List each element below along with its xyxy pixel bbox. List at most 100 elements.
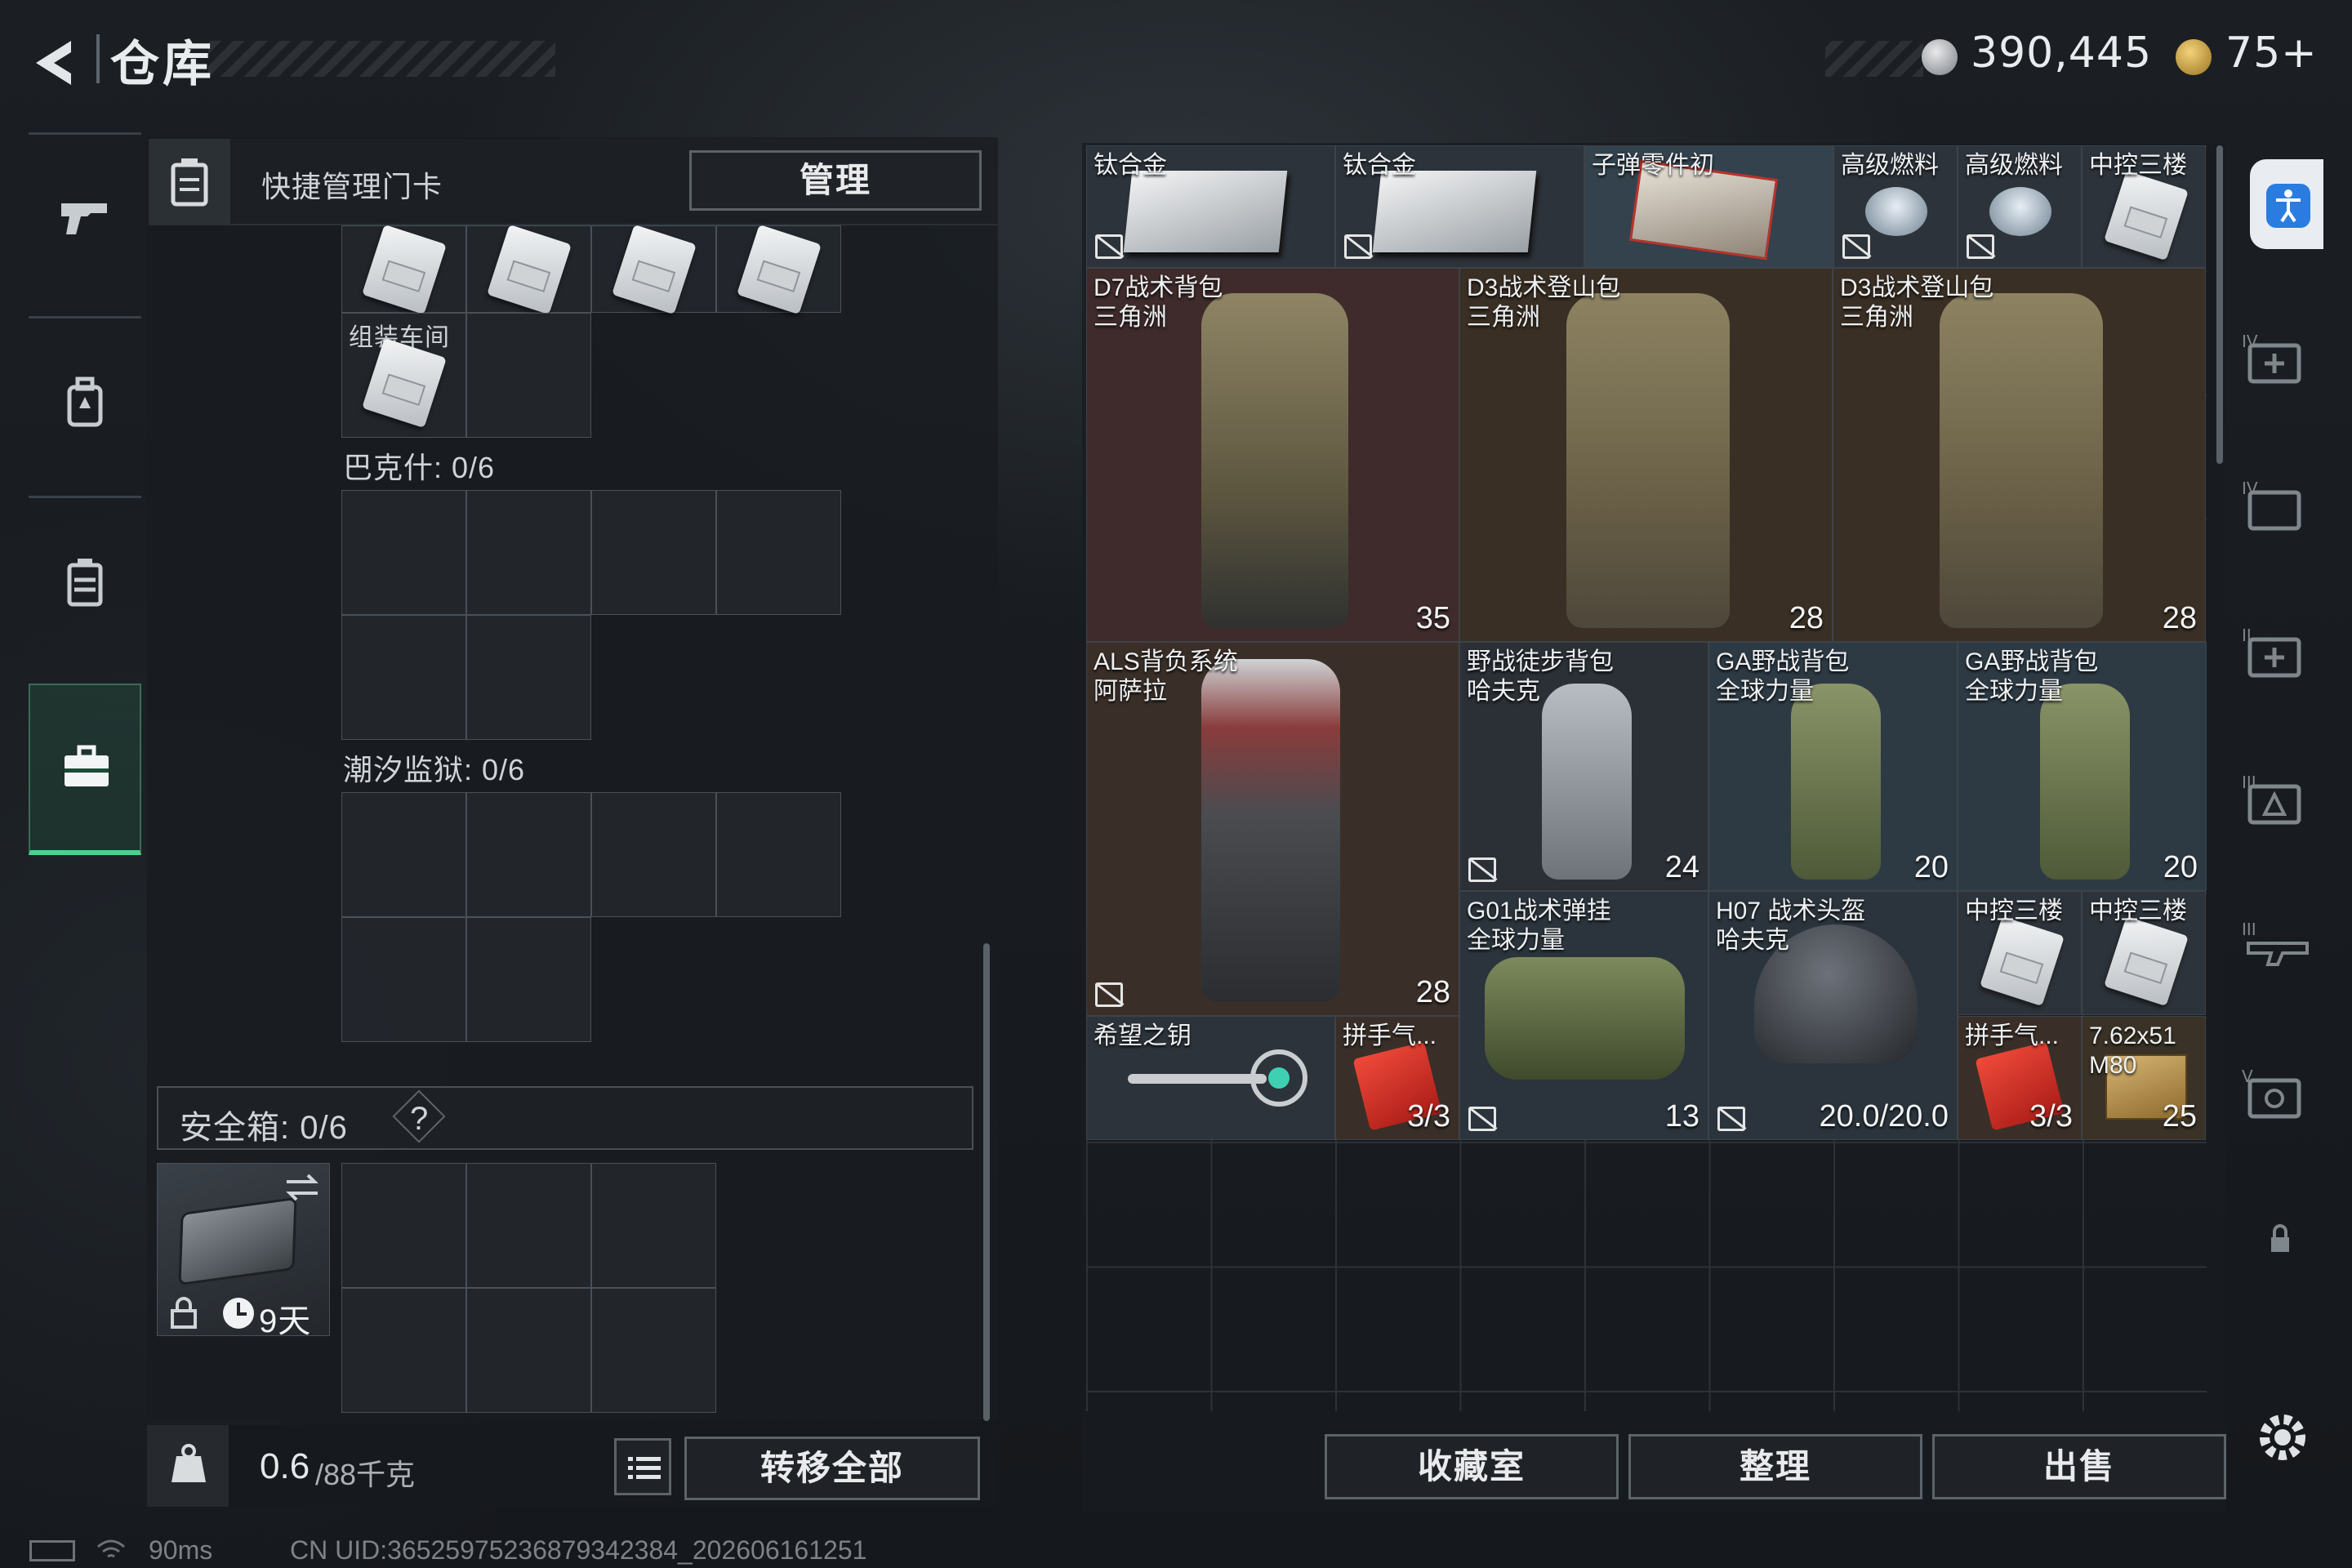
keycard-slot-empty[interactable] (466, 792, 591, 917)
safe-box-item[interactable]: 9天 (157, 1163, 330, 1339)
tab-storage[interactable] (29, 496, 141, 667)
item-advanced-fuel[interactable]: 高级燃料 (1958, 145, 2082, 268)
page-title: 仓库 (110, 37, 215, 91)
safe-slot[interactable] (466, 1288, 591, 1413)
item-ammo-762[interactable]: 7.62x51 M80 25 (2082, 1016, 2206, 1140)
item-advanced-fuel[interactable]: 高级燃料 (1833, 145, 1958, 268)
storage-camera-icon[interactable]: V (2242, 1066, 2315, 1131)
keycard-slot-empty[interactable] (591, 792, 716, 917)
item-titanium[interactable]: 钛合金 (1086, 145, 1335, 268)
keycard-slot-empty[interactable] (341, 615, 466, 740)
help-mark[interactable]: ? (410, 1101, 429, 1138)
list-view-button[interactable] (614, 1438, 671, 1495)
item-name: G01战术弹挂 全球力量 (1467, 898, 1611, 954)
tab-weapons[interactable] (29, 132, 141, 304)
untradable-icon (1468, 1107, 1496, 1131)
item-name: 拼手气... (1343, 1022, 1437, 1049)
keycard-slot-empty[interactable] (466, 917, 591, 1042)
item-d3-backpack[interactable]: D3战术登山包 三角洲 28 (1459, 268, 1833, 642)
storage-warning-icon[interactable]: III (2242, 772, 2315, 837)
item-lucky-envelope[interactable]: 拼手气... 3/3 (1958, 1016, 2082, 1140)
item-count: 24 (1664, 850, 1699, 884)
money-amount: 390,445 (1971, 29, 2153, 78)
accessibility-tab[interactable] (2250, 159, 2323, 249)
safe-slot[interactable] (591, 1163, 716, 1288)
token-icon (2176, 39, 2212, 75)
item-count: 35 (1415, 601, 1450, 635)
keycard-slot-empty[interactable] (466, 313, 591, 438)
keycard-slot-empty[interactable] (341, 490, 466, 615)
titanium-picture (1123, 171, 1288, 252)
rail-lock-icon (2242, 1221, 2315, 1286)
keycard-slot[interactable] (591, 224, 716, 315)
storage-add-icon[interactable]: II (2242, 625, 2315, 690)
safe-slot[interactable] (591, 1288, 716, 1413)
settings-icon[interactable] (2242, 1405, 2315, 1470)
item-d3-backpack[interactable]: D3战术登山包 三角洲 28 (1833, 268, 2206, 642)
svg-text:V: V (2242, 1067, 2253, 1086)
backpack-picture (1566, 293, 1730, 628)
item-h07-helmet[interactable]: H07 战术头盔 哈夫克 20.0/20.0 (1708, 891, 1958, 1140)
item-name: 中控三楼 (1965, 898, 2063, 924)
item-key-of-hope[interactable]: 希望之钥 (1086, 1016, 1335, 1140)
key-picture (1128, 1074, 1267, 1084)
item-ga-backpack[interactable]: GA野战背包 全球力量 20 (1708, 642, 1958, 891)
title-divider (96, 34, 100, 83)
item-durability: 20.0/20.0 (1819, 1099, 1949, 1134)
item-als-backpack[interactable]: ALS背负系统 阿萨拉 28 (1086, 642, 1459, 1016)
gun-icon (61, 203, 107, 234)
item-keycard[interactable]: 中控三楼 (1958, 891, 2082, 1015)
keycard-slot-empty[interactable] (591, 490, 716, 615)
item-g01-rig[interactable]: G01战术弹挂 全球力量 13 (1459, 891, 1708, 1140)
item-count: 13 (1664, 1099, 1699, 1134)
safe-slot[interactable] (341, 1288, 466, 1413)
backpack-picture (1542, 684, 1632, 880)
keycard-slot-empty[interactable] (466, 490, 591, 615)
keycard-slot[interactable] (341, 224, 466, 315)
keycard-slot-workshop[interactable]: 组装车间 (341, 313, 466, 438)
left-scrollbar[interactable] (983, 943, 990, 1421)
item-keycard[interactable]: 中控三楼 (2082, 891, 2206, 1015)
storage-expansion-icon[interactable]: IV (2242, 331, 2315, 396)
svg-text:III: III (2242, 920, 2256, 939)
item-keycard[interactable]: 中控三楼 (2082, 145, 2206, 268)
item-count: 28 (1415, 975, 1450, 1009)
weight-icon (172, 1444, 206, 1482)
item-hiking-backpack[interactable]: 野战徒步背包 哈夫克 24 (1459, 642, 1708, 891)
manage-button[interactable]: 管理 (689, 150, 982, 211)
keycard-slot[interactable] (466, 224, 591, 315)
safe-slot[interactable] (341, 1163, 466, 1288)
item-lucky-envelope[interactable]: 拼手气... 3/3 (1335, 1016, 1459, 1140)
transfer-all-button[interactable]: 转移全部 (684, 1437, 980, 1500)
warehouse-scrollbar[interactable] (2216, 145, 2223, 464)
tab-toolbox[interactable] (29, 684, 141, 855)
item-d7-backpack[interactable]: D7战术背包 三角洲 35 (1086, 268, 1459, 642)
item-titanium[interactable]: 钛合金 (1335, 145, 1584, 268)
fuel-picture (1989, 187, 2051, 236)
keycard-slot-empty[interactable] (341, 792, 466, 917)
keycard-slot-empty[interactable] (716, 490, 841, 615)
tab-backpack[interactable] (29, 316, 141, 488)
item-name: GA野战背包 全球力量 (1716, 648, 1850, 705)
swap-icon[interactable] (282, 1170, 323, 1205)
sell-button[interactable]: 出售 (1932, 1434, 2226, 1499)
backpack-picture (1201, 659, 1340, 1002)
keycard-slot-empty[interactable] (466, 615, 591, 740)
back-icon[interactable] (26, 34, 83, 91)
item-count: 3/3 (1407, 1099, 1450, 1134)
collection-room-button[interactable]: 收藏室 (1325, 1434, 1619, 1499)
keycard-slot[interactable] (716, 224, 841, 315)
item-bullet-parts[interactable]: 子弹零件初 (1584, 145, 1833, 268)
keycard-slot-empty[interactable] (716, 792, 841, 917)
item-ga-backpack[interactable]: GA野战背包 全球力量 20 (1958, 642, 2207, 891)
storage-folder-icon[interactable]: IV (2242, 478, 2315, 543)
storage-weapon-icon[interactable]: III (2242, 919, 2315, 984)
organize-button[interactable]: 整理 (1628, 1434, 1922, 1499)
svg-text:IV: IV (2242, 479, 2258, 498)
keycard-icon-box (149, 139, 230, 225)
item-name: 7.62x51 M80 (2089, 1022, 2176, 1079)
keycard-slot-empty[interactable] (341, 917, 466, 1042)
item-name: 高级燃料 (1965, 152, 2063, 179)
safe-slot[interactable] (466, 1163, 591, 1288)
lock-icon (171, 1297, 197, 1329)
